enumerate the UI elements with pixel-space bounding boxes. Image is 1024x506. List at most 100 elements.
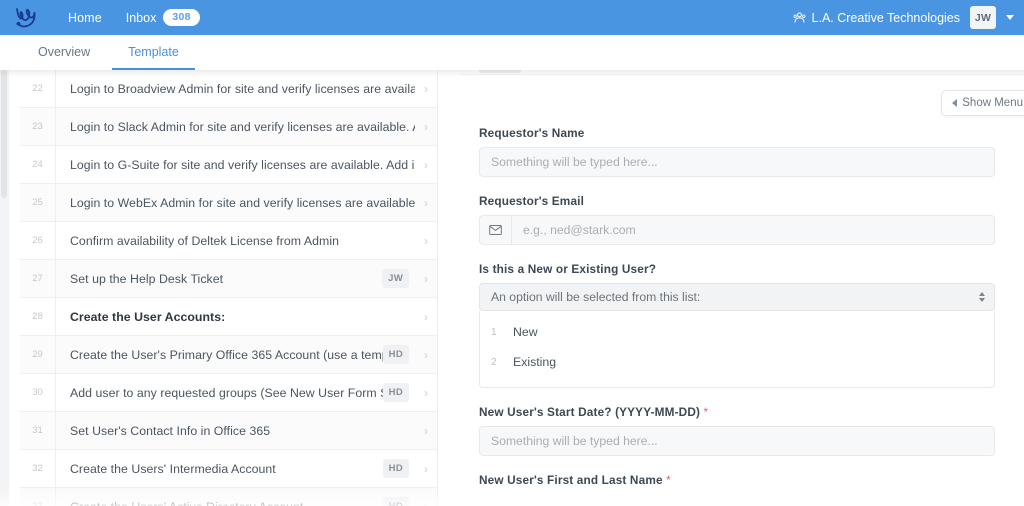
task-title: Confirm availability of Deltek License f… [70,233,339,248]
chevron-right-icon[interactable]: › [415,121,437,133]
field-label-new-user-start-date: New User's Start Date? (YYYY-MM-DD) * [479,405,1012,419]
form-top-divider [461,74,1024,75]
input-new-user-start-date[interactable]: Something will be typed here... [479,426,995,456]
task-row[interactable]: 27 Set up the Help Desk Ticket JW › [20,260,437,298]
task-row[interactable]: 31 Set User's Contact Info in Office 365 › [20,412,437,450]
option-label: New [513,325,538,339]
form-pane: Show Menu Requestor's Name Something will… [461,70,1024,506]
organization-switcher[interactable]: L.A. Creative Technologies [793,11,960,25]
chevron-right-icon[interactable]: › [415,463,437,475]
required-asterisk: * [662,473,671,487]
select-stepper-arrows-icon[interactable] [979,292,985,302]
nav-item-home[interactable]: Home [58,7,112,29]
field-label-requestors-email: Requestor's Email [479,194,1012,208]
chevron-right-icon[interactable]: › [415,235,437,247]
field-label-text: Is this a New or Existing User? [479,262,657,276]
task-row[interactable]: 24 Login to G-Suite for site and verify l… [20,146,437,184]
task-row[interactable]: 22 Login to Broadview Admin for site and … [20,70,437,108]
task-list-scroll-thumb[interactable] [1,70,7,198]
required-asterisk: * [700,405,709,419]
task-list: 22 Login to Broadview Admin for site and … [20,70,437,506]
task-number: 29 [20,336,56,373]
task-assignee-badge[interactable]: JW [382,269,409,288]
chevron-right-icon[interactable]: › [415,425,437,437]
main-content-area: 22 Login to Broadview Admin for site and … [0,70,1024,506]
primary-nav-links: Home Inbox 308 [58,5,208,30]
top-navigation-bar: Home Inbox 308 L.A. Creative Technologie… [0,0,1024,35]
task-assignee-badge[interactable]: HD [382,497,409,506]
option-label: Existing [513,355,557,369]
chevron-right-icon[interactable]: › [415,159,437,171]
option-number: 2 [491,356,497,368]
field-label-text: Requestor's Name [479,126,585,140]
task-number: 26 [20,222,56,259]
field-label-text: New User's Start Date? (YYYY-MM-DD) [479,405,701,419]
task-number: 28 [20,298,56,335]
field-label-text: New User's First and Last Name [479,473,663,487]
form-field-new-user-first-last-name: New User's First and Last Name * [479,473,1012,487]
app-logo[interactable] [0,0,52,35]
mail-icon [489,225,502,235]
input-placeholder-text: e.g., ned@stark.com [523,223,636,237]
request-form: Requestor's Name Something will be typed … [479,126,1012,504]
nav-item-inbox[interactable]: Inbox 308 [118,5,208,30]
chevron-right-icon[interactable]: › [415,349,437,361]
input-placeholder-text: Something will be typed here... [491,434,658,448]
form-field-new-user-start-date: New User's Start Date? (YYYY-MM-DD) * Som… [479,405,1012,456]
chevron-right-icon[interactable]: › [415,83,437,95]
task-title: Login to Broadview Admin for site and ve… [70,81,415,96]
tab-template[interactable]: Template [112,39,195,70]
show-menu-button[interactable]: Show Menu [941,90,1024,116]
select-value: An option will be selected from this lis… [491,290,701,304]
user-menu-chevron-down-icon[interactable] [1006,15,1014,20]
chevron-right-icon[interactable]: › [415,501,437,506]
task-row[interactable]: 33Create the Users' Active Directory Acc… [20,488,437,506]
task-title: Login to G-Suite for site and verify lic… [70,157,415,172]
task-title: Set up the Help Desk Ticket [70,271,224,286]
task-assignee-badge[interactable]: HD [382,345,409,364]
task-assignee-badge[interactable]: HD [382,383,409,402]
pane-divider [437,70,461,506]
task-row[interactable]: 32 Create the Users' Intermedia Account HD… [20,450,437,488]
chevron-right-icon[interactable]: › [415,311,437,323]
task-number: 30 [20,374,56,411]
task-row[interactable]: 23 Login to Slack Admin for site and veri… [20,108,437,146]
task-title: Add user to any requested groups (See Ne… [70,385,383,400]
chevron-right-icon[interactable]: › [415,387,437,399]
chevron-right-icon[interactable]: › [415,273,437,285]
tab-overview[interactable]: Overview [22,39,106,70]
chevron-left-icon [952,99,958,107]
task-assignee-badge[interactable]: HD [382,459,409,478]
organization-name: L.A. Creative Technologies [811,10,960,25]
task-row[interactable]: 29 Create the User's Primary Office 365 A… [20,336,437,374]
task-list-scrollbar[interactable] [0,70,9,506]
input-requestors-email[interactable]: e.g., ned@stark.com [479,215,995,245]
field-label-requestors-name: Requestor's Name [479,126,1012,140]
field-label-new-user-first-last-name: New User's First and Last Name * [479,473,1012,487]
section-tab-bar: Overview Template [0,35,1024,70]
task-title: Create the User's Primary Office 365 Acc… [70,347,383,362]
form-field-requestors-name: Requestor's Name Something will be typed … [479,126,1012,177]
task-number: 33 [20,488,56,506]
task-number: 32 [20,450,56,487]
select-option[interactable]: 2 Existing [480,347,994,377]
input-placeholder-text: Something will be typed here... [491,155,658,169]
task-row[interactable]: 25 Login to WebEx Admin for site and veri… [20,184,437,222]
field-label-text: Requestor's Email [479,194,585,208]
task-row[interactable]: 30 Add user to any requested groups (See … [20,374,437,412]
task-title: Login to WebEx Admin for site and verify… [70,195,415,210]
form-clipped-header-placeholder [479,70,521,73]
task-number: 24 [20,146,56,183]
user-avatar[interactable]: JW [970,6,996,29]
select-new-or-existing-user[interactable]: An option will be selected from this lis… [479,283,995,311]
chevron-right-icon[interactable]: › [415,197,437,209]
select-options-panel: 1 New 2 Existing [479,311,995,388]
task-row[interactable]: 28 Create the User Accounts: › [20,298,437,336]
select-option[interactable]: 1 New [480,317,994,347]
form-field-new-or-existing-user: Is this a New or Existing User? An option… [479,262,1012,388]
task-row[interactable]: 26 Confirm availability of Deltek License… [20,222,437,260]
input-requestors-name[interactable]: Something will be typed here... [479,147,995,177]
field-label-new-or-existing-user: Is this a New or Existing User? [479,262,1012,276]
task-number: 23 [20,108,56,145]
organization-icon [793,12,805,23]
